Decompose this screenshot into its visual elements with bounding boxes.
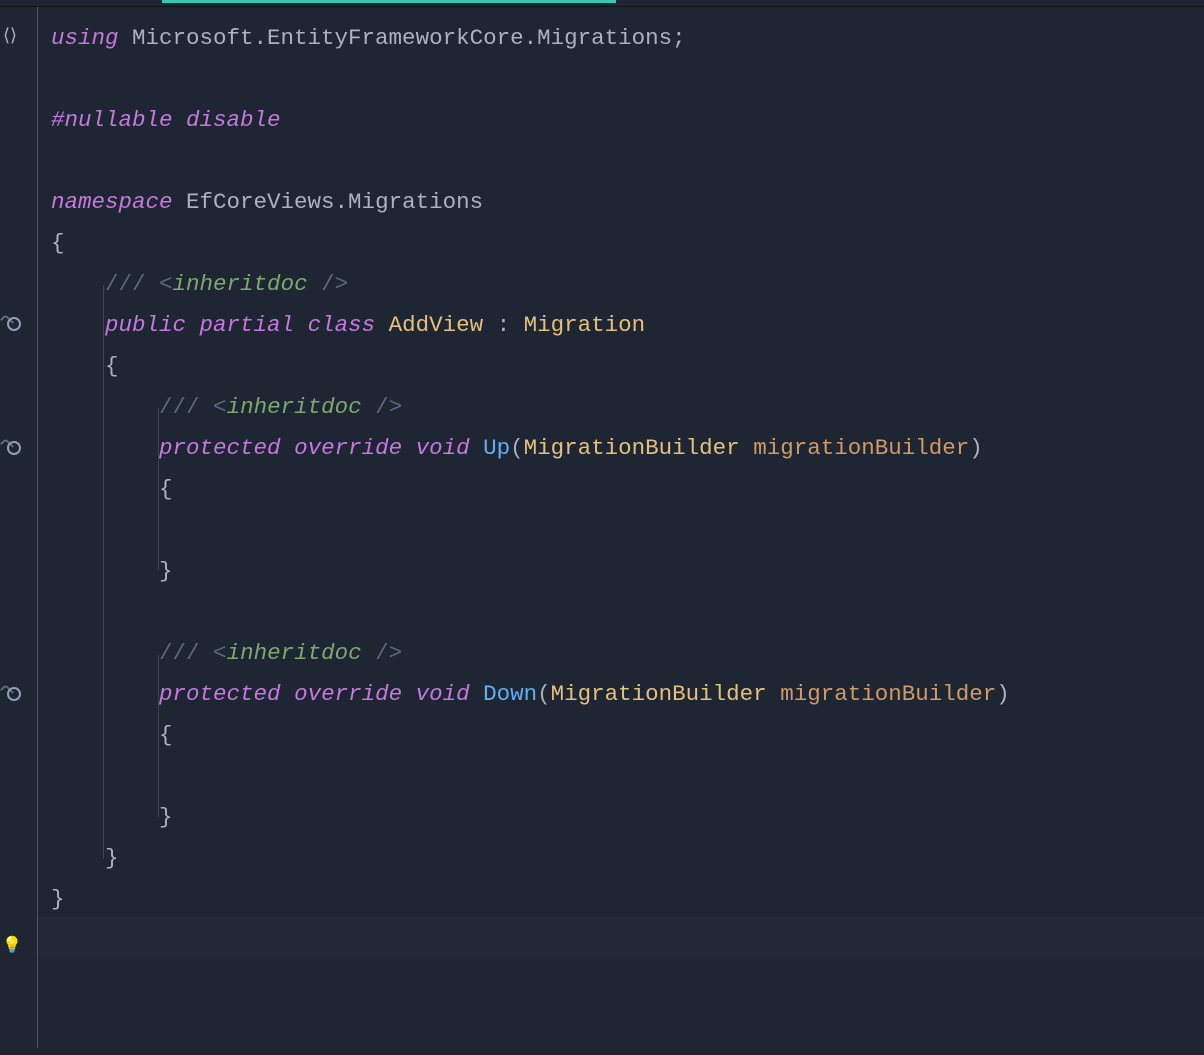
indent-guide [158, 655, 159, 817]
editor-gutter: ⟨⟩ 💡 [0, 7, 37, 1055]
keyword-public: public [105, 312, 186, 338]
method-up: Up [470, 435, 511, 461]
namespace-ref: Microsoft.EntityFrameworkCore.Migrations [119, 25, 673, 51]
doc-slash: / [362, 640, 389, 666]
keyword-partial: partial [186, 312, 294, 338]
lparen: ( [510, 435, 524, 461]
doc-lt: < [159, 271, 173, 297]
open-brace: { [159, 722, 173, 748]
colon: : [483, 312, 524, 338]
indent-guide [158, 408, 159, 570]
lparen: ( [537, 681, 551, 707]
code-content[interactable]: using Microsoft.EntityFrameworkCore.Migr… [37, 7, 1204, 920]
editor-left-border [37, 7, 38, 1048]
active-tab-indicator [162, 0, 616, 3]
doc-lt: < [213, 394, 227, 420]
keyword-void: void [402, 435, 470, 461]
override-indicator-icon[interactable] [7, 441, 21, 455]
override-indicator-icon[interactable] [7, 687, 21, 701]
indent-guide [103, 285, 104, 859]
keyword-namespace: namespace [51, 189, 173, 215]
close-brace: } [159, 558, 173, 584]
namespace-name: EfCoreViews.Migrations [173, 189, 484, 215]
semicolon: ; [672, 25, 686, 51]
base-class-migration: Migration [524, 312, 646, 338]
doc-tag-inheritdoc: inheritdoc [173, 271, 308, 297]
doc-comment-slashes: /// [105, 271, 159, 297]
keyword-protected: protected [159, 435, 281, 461]
method-down: Down [470, 681, 538, 707]
keyword-using: using [51, 25, 119, 51]
close-brace: } [51, 886, 65, 912]
param-type: MigrationBuilder [551, 681, 767, 707]
class-name-addview: AddView [375, 312, 483, 338]
rparen: ) [996, 681, 1010, 707]
lightbulb-icon[interactable]: 💡 [2, 935, 22, 955]
open-brace: { [51, 230, 65, 256]
param-name: migrationBuilder [767, 681, 997, 707]
current-line-highlight [37, 917, 1204, 958]
doc-slash: / [362, 394, 389, 420]
doc-tag-inheritdoc: inheritdoc [227, 394, 362, 420]
doc-gt: > [389, 640, 403, 666]
preprocessor-directive: #nullable disable [51, 107, 281, 133]
keyword-class: class [294, 312, 375, 338]
brackets-icon[interactable]: ⟨⟩ [3, 25, 17, 47]
close-brace: } [159, 804, 173, 830]
override-indicator-icon[interactable] [7, 317, 21, 331]
close-brace: } [105, 845, 119, 871]
doc-tag-inheritdoc: inheritdoc [227, 640, 362, 666]
keyword-override: override [281, 681, 403, 707]
open-brace: { [105, 353, 119, 379]
keyword-protected: protected [159, 681, 281, 707]
param-type: MigrationBuilder [524, 435, 740, 461]
doc-comment-slashes: /// [159, 394, 213, 420]
keyword-void: void [402, 681, 470, 707]
doc-slash: / [308, 271, 335, 297]
doc-gt: > [389, 394, 403, 420]
rparen: ) [969, 435, 983, 461]
doc-lt: < [213, 640, 227, 666]
doc-comment-slashes: /// [159, 640, 213, 666]
code-editor[interactable]: using Microsoft.EntityFrameworkCore.Migr… [37, 7, 1204, 1048]
param-name: migrationBuilder [740, 435, 970, 461]
open-brace: { [159, 476, 173, 502]
keyword-override: override [281, 435, 403, 461]
doc-gt: > [335, 271, 349, 297]
